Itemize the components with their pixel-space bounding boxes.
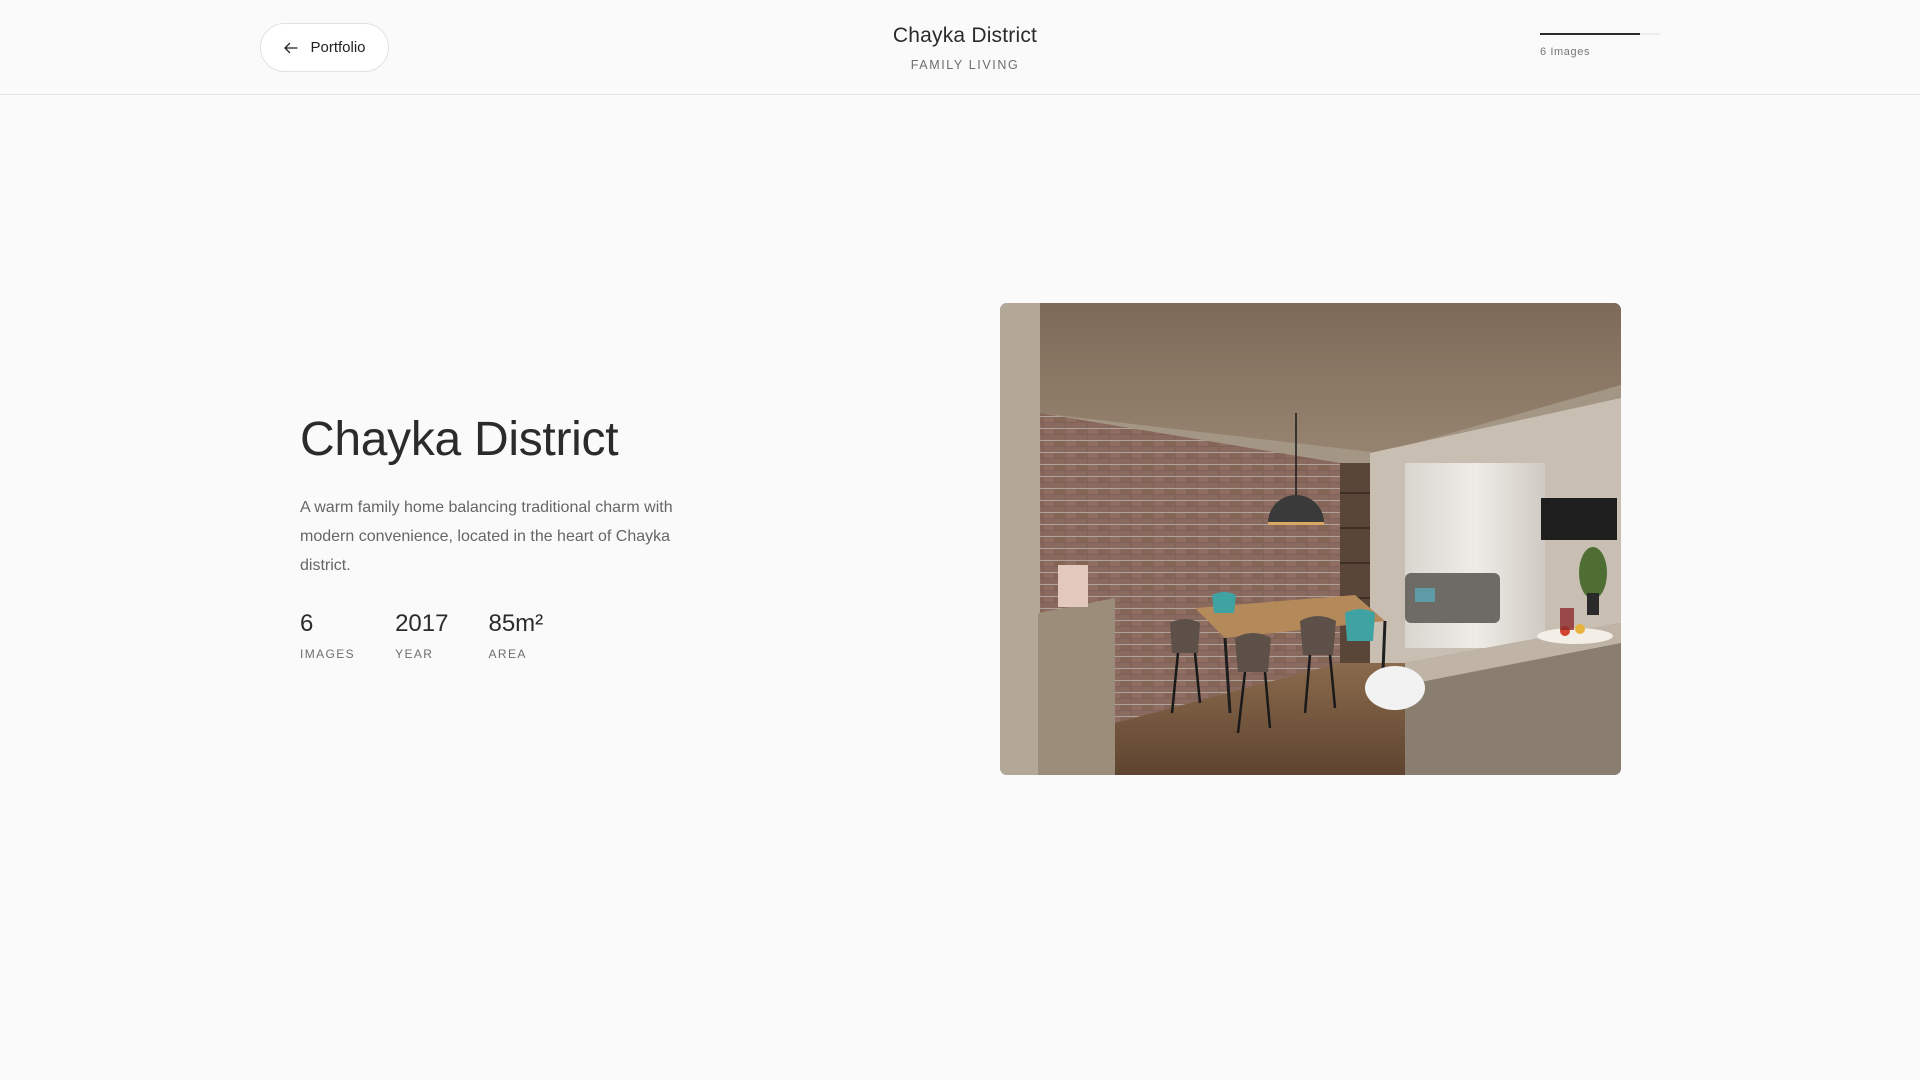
stat-images: 6 IMAGES xyxy=(300,610,355,661)
progress-fill xyxy=(1540,33,1640,35)
project-image[interactable] xyxy=(1000,303,1621,775)
project-title: Chayka District xyxy=(300,413,619,466)
stat-label: IMAGES xyxy=(300,647,356,661)
project-description: A warm family home balancing traditional… xyxy=(300,499,673,574)
stat-year: 2017 YEAR xyxy=(395,610,448,661)
project-stats: 6 IMAGES 2017 YEAR 85m² AREA xyxy=(300,610,700,661)
arrow-left-icon xyxy=(284,42,299,53)
stat-value: 2017 xyxy=(395,610,449,637)
stat-label: AREA xyxy=(488,647,527,661)
stat-value: 85m² xyxy=(488,610,544,637)
back-button-label: Portfolio xyxy=(310,39,366,56)
header-title: Chayka District xyxy=(892,24,1038,47)
stat-label: YEAR xyxy=(395,647,434,661)
project-info: Chayka District A warm family home balan… xyxy=(300,412,700,661)
gallery-progress: 6 Images xyxy=(1540,33,1660,58)
back-to-portfolio-button[interactable]: Portfolio xyxy=(260,23,389,72)
top-bar: Portfolio Chayka District FAMILY LIVING … xyxy=(0,0,1920,95)
header-title-group: Chayka District FAMILY LIVING xyxy=(760,24,1170,72)
stat-value: 6 xyxy=(300,610,314,637)
header-subtitle: FAMILY LIVING xyxy=(910,58,1020,72)
progress-track xyxy=(1540,33,1660,35)
progress-label: 6 Images xyxy=(1540,46,1591,58)
interior-render-image xyxy=(1000,303,1621,775)
stat-area: 85m² AREA xyxy=(488,610,543,661)
